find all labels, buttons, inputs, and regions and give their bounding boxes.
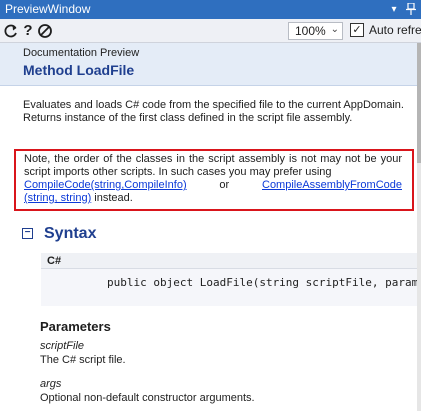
code-body: public object LoadFile(string scriptFile… xyxy=(41,269,417,306)
note-links-line: CompileCode(string,CompileInfo) or Compi… xyxy=(24,179,402,192)
param-description: The C# script file. xyxy=(40,354,126,366)
zoom-value: 100% xyxy=(295,24,326,38)
doc-header: Documentation Preview Method LoadFile xyxy=(0,43,417,86)
note-text: Note, the order of the classes in the sc… xyxy=(24,153,402,178)
link-compileassemblyfromcode[interactable]: CompileAssemblyFromCode xyxy=(262,179,402,192)
code-signature: public object LoadFile(string scriptFile… xyxy=(107,276,417,289)
doc-subtitle: Documentation Preview xyxy=(23,47,140,59)
parameters-heading: Parameters xyxy=(40,319,111,334)
window-title: PreviewWindow xyxy=(5,2,91,16)
note-or-text: or xyxy=(219,179,230,191)
stop-icon[interactable] xyxy=(36,22,54,40)
scrollbar-thumb[interactable] xyxy=(417,43,421,163)
param-description: Optional non-default constructor argumen… xyxy=(40,392,255,404)
chevron-down-icon: ⌄ xyxy=(330,24,339,35)
link-compileassemblyfromcode-cont[interactable]: (string, string) xyxy=(24,192,91,204)
help-icon[interactable]: ? xyxy=(19,22,37,40)
refresh-icon[interactable] xyxy=(2,22,20,40)
param-name: scriptFile xyxy=(40,340,85,352)
window-titlebar: PreviewWindow ▾ xyxy=(0,0,421,19)
zoom-select[interactable]: 100% ⌄ xyxy=(288,22,343,40)
code-block: C# public object LoadFile(string scriptF… xyxy=(41,253,417,306)
vertical-scrollbar[interactable] xyxy=(417,43,421,411)
window-dropdown-icon[interactable]: ▾ xyxy=(386,0,402,19)
autorefresh-checkbox[interactable]: ✓ xyxy=(350,23,364,37)
syntax-title: Syntax xyxy=(44,225,97,242)
code-language-bar: C# xyxy=(41,253,417,269)
note-box: Note, the order of the classes in the sc… xyxy=(14,149,414,211)
autorefresh-label: Auto refresh xyxy=(369,23,421,37)
page-title: Method LoadFile xyxy=(23,62,135,78)
method-description: Evaluates and loads C# code from the spe… xyxy=(23,99,404,124)
note-last-line: (string, string) instead. xyxy=(24,192,402,205)
note-after-text: instead. xyxy=(91,192,133,204)
toolbar: ? 100% ⌄ ✓ Auto refresh xyxy=(0,19,421,43)
pin-icon[interactable] xyxy=(403,0,419,19)
code-language: C# xyxy=(47,255,62,267)
collapse-icon[interactable]: − xyxy=(22,228,33,239)
param-name: args xyxy=(40,378,62,390)
link-compilecode[interactable]: CompileCode(string,CompileInfo) xyxy=(24,179,187,192)
